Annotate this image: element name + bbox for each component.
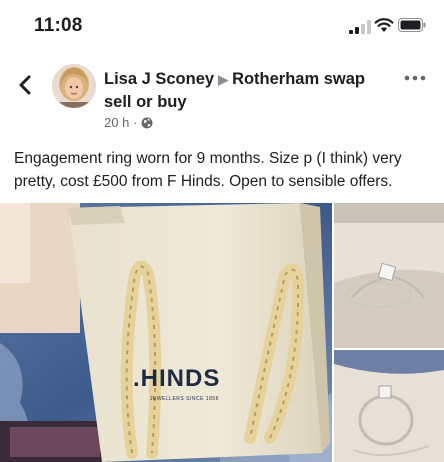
photo-ring-box-2[interactable] [334, 350, 444, 462]
more-horizontal-icon[interactable] [404, 74, 426, 82]
post-header: Lisa J Sconey ▶ Rotherham swap sell or buy… [0, 60, 444, 140]
photo-bag-image: .HINDS JEWELLERS SINCE 1856 [0, 203, 332, 462]
avatar[interactable] [52, 64, 96, 108]
author-line: Lisa J Sconey ▶ Rotherham swap sell or buy [104, 68, 394, 113]
bag-brand-text: .HINDS [133, 365, 220, 392]
photo-jewellery-bag[interactable]: .HINDS JEWELLERS SINCE 1856 [0, 203, 332, 462]
post-caption: Engagement ring worn for 9 months. Size … [14, 150, 402, 190]
photo-grid: .HINDS JEWELLERS SINCE 1856 [0, 203, 444, 462]
chevron-left-icon[interactable] [14, 70, 36, 100]
battery-icon [398, 18, 426, 32]
photo-ring-box-1-image [334, 203, 444, 348]
bag-tagline-text: JEWELLERS SINCE 1856 [150, 396, 219, 402]
photo-ring-box-2-image [334, 350, 444, 462]
photo-ring-box-1[interactable] [334, 203, 444, 348]
author-name[interactable]: Lisa J Sconey [104, 70, 214, 88]
post-meta: Lisa J Sconey ▶ Rotherham swap sell or buy… [104, 68, 394, 130]
avatar-photo [52, 64, 96, 108]
wifi-icon [374, 18, 394, 32]
globe-icon [141, 117, 153, 128]
cellular-signal-icon [349, 20, 371, 34]
status-time: 11:08 [34, 15, 83, 36]
post-timestamp[interactable]: 20 h · [104, 115, 137, 130]
arrow-right-icon: ▶ [218, 72, 229, 87]
post-time-line: 20 h · [104, 115, 394, 130]
status-bar: 11:08 [0, 0, 444, 52]
